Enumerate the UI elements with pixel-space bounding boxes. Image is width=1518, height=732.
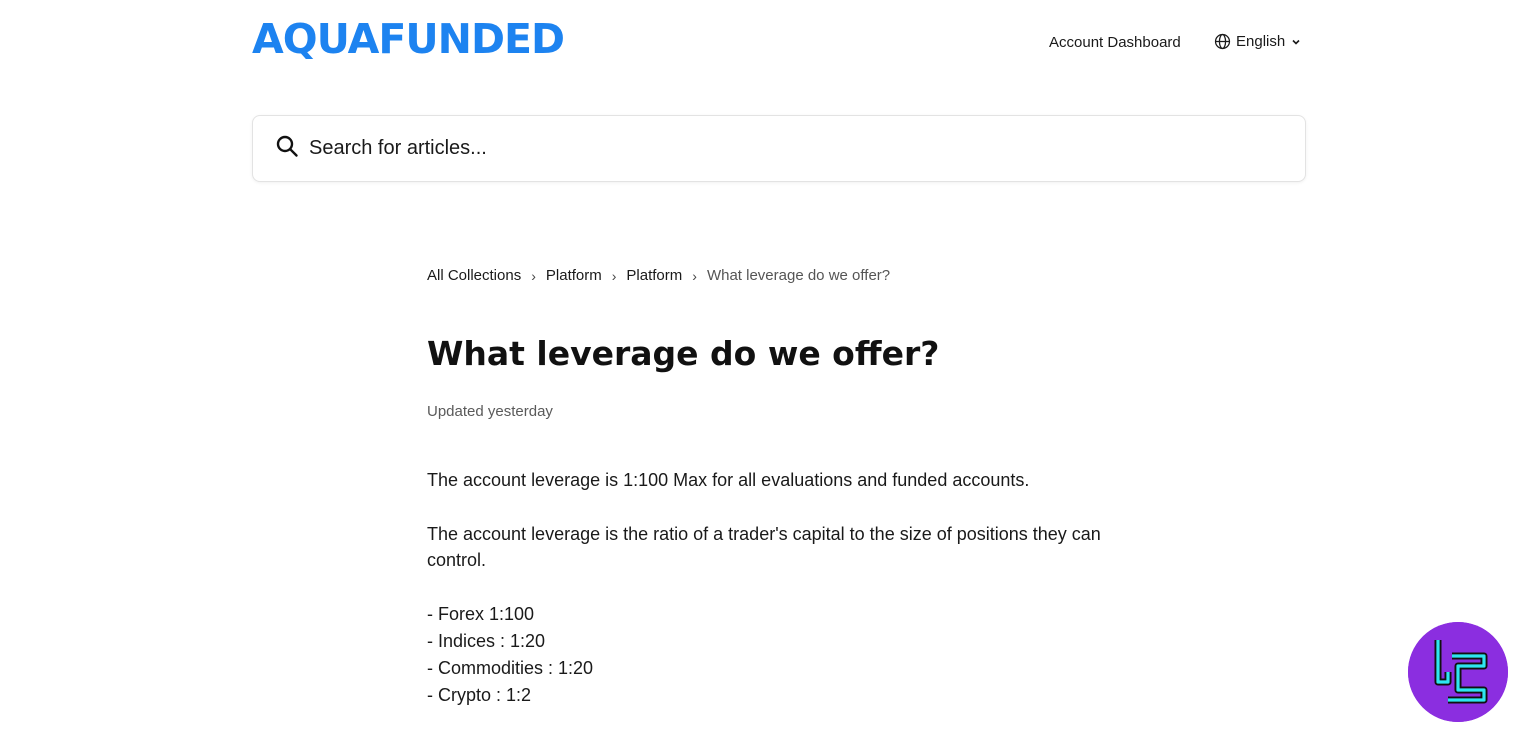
breadcrumb-platform[interactable]: Platform — [546, 267, 602, 284]
chevron-right-icon: › — [531, 267, 536, 284]
article-paragraph: The account leverage is the ratio of a t… — [427, 524, 1101, 570]
chevron-right-icon: › — [611, 267, 617, 284]
breadcrumb-current: What leverage do we offer? — [706, 267, 891, 284]
article-title: What leverage do we offer? — [427, 334, 940, 373]
updated-timestamp: Updated yesterday — [427, 403, 553, 420]
search-bar[interactable] — [252, 115, 1306, 182]
breadcrumb: All Collections › Platform › Platform › … — [427, 267, 890, 284]
account-dashboard-link[interactable]: Account Dashboard — [1049, 34, 1181, 51]
list-item: - Forex 1:100 — [427, 604, 535, 624]
leverage-list: - Forex 1:100 - Indices : 1:20 - Commodi… — [427, 601, 593, 709]
tradingfinder-badge[interactable] — [1408, 622, 1508, 722]
search-input[interactable] — [307, 136, 1211, 161]
globe-icon — [1214, 33, 1231, 50]
breadcrumb-platform-sub[interactable]: Platform — [626, 267, 682, 284]
tradingfinder-logo-icon — [1408, 622, 1508, 726]
list-item: - Indices : 1:20 — [427, 631, 546, 651]
language-selector[interactable]: English — [1214, 33, 1302, 50]
list-item: - Commodities : 1:20 — [427, 658, 594, 678]
chevron-down-icon — [1290, 36, 1302, 48]
list-item: - Crypto : 1:2 — [427, 685, 532, 705]
article-paragraph: The account leverage is 1:100 Max for al… — [427, 470, 1030, 490]
breadcrumb-all-collections[interactable]: All Collections — [427, 267, 521, 284]
search-icon — [253, 134, 299, 163]
aquafunded-logo[interactable]: AQUAFUNDED — [252, 16, 565, 62]
chevron-right-icon: › — [692, 267, 697, 284]
language-label: English — [1236, 33, 1286, 50]
